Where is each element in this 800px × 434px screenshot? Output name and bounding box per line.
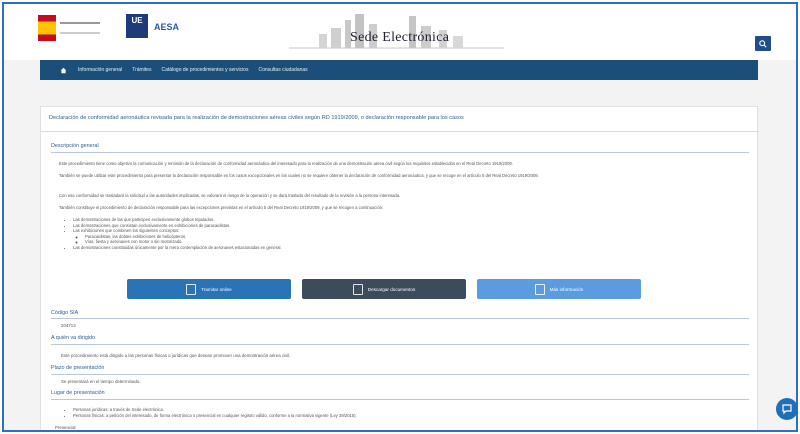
nav-item-catalogo[interactable]: Catálogo de procedimientos y servicios: [161, 67, 248, 73]
chat-icon: [782, 404, 792, 415]
list-item: Personas físicas: a petición del interes…: [73, 413, 725, 419]
description-paragraph-2: También se puede utilizar este procedimi…: [59, 173, 539, 178]
home-icon: [60, 67, 66, 73]
info-icon: [534, 283, 545, 295]
code-value: 204713: [61, 323, 76, 328]
title-divider: [41, 131, 759, 132]
code-divider: [51, 318, 749, 319]
audience-divider: [51, 344, 749, 345]
description-heading: Descripción general: [51, 143, 99, 149]
description-divider: [51, 152, 749, 153]
online-procedure-button[interactable]: Tramitar online: [127, 279, 291, 299]
place-heading: Lugar de presentación: [51, 390, 105, 396]
audience-text: Este procedimiento está dirigido a las p…: [61, 353, 291, 358]
gobierno-espana-logo[interactable]: [38, 14, 106, 42]
chat-button[interactable]: [776, 398, 798, 420]
main-nav: Información general Trámites Catálogo de…: [40, 60, 758, 80]
nav-item-consultas[interactable]: Consultas ciudadanas: [258, 67, 307, 73]
site-header: UE AESA Sede Electrónica: [4, 4, 796, 60]
deadline-text: Se presentará en el tiempo determinado.: [61, 379, 141, 384]
document-icon: [186, 283, 197, 295]
nav-home-button[interactable]: [58, 65, 68, 75]
download-icon: [352, 283, 363, 295]
site-title[interactable]: Sede Electrónica: [350, 30, 449, 46]
button-label: Tramitar online: [201, 286, 232, 292]
search-icon: [759, 39, 767, 48]
list-item: Las demostraciones constituidas únicamen…: [73, 245, 725, 251]
browser-frame: UE AESA Sede Electrónica Información gen…: [2, 2, 798, 432]
button-label: Más información: [549, 286, 584, 292]
more-info-button[interactable]: Más información: [477, 279, 641, 299]
procedure-title: Declaración de conformidad aeronáutica r…: [49, 115, 464, 121]
audience-heading: A quién va dirigido: [51, 335, 96, 341]
search-button[interactable]: [755, 36, 771, 51]
description-paragraph-4: También constituye el procedimiento de d…: [59, 205, 384, 210]
spain-flag-icon: [38, 15, 56, 41]
nav-item-informacion[interactable]: Información general: [78, 67, 122, 73]
aesa-logo[interactable]: AESA: [154, 14, 190, 42]
deadline-heading: Plazo de presentación: [51, 365, 105, 371]
nav-item-tramites[interactable]: Trámites: [132, 67, 151, 73]
place-list: Personas jurídicas: a través de Sede ele…: [65, 407, 725, 418]
action-buttons: Tramitar online Descargar documentos Más…: [127, 279, 647, 301]
description-paragraph-1: Este procedimiento tiene como objetivo l…: [59, 161, 513, 166]
button-label: Descargar documentos: [367, 286, 416, 292]
download-documents-button[interactable]: Descargar documentos: [302, 279, 466, 299]
procedure-panel: Declaración de conformidad aeronáutica r…: [40, 106, 759, 430]
logo-text-lines: [60, 22, 100, 34]
deadline-divider: [51, 374, 749, 375]
exceptions-list: Las demostraciones de las que participen…: [65, 217, 725, 251]
code-heading: Código SIA: [51, 310, 79, 316]
presencial-label: Presencial: [55, 425, 76, 430]
ue-logo[interactable]: UE: [126, 14, 148, 38]
place-divider: [51, 399, 749, 400]
description-paragraph-3: Con esa conformidad se trasladará la sol…: [59, 193, 401, 198]
